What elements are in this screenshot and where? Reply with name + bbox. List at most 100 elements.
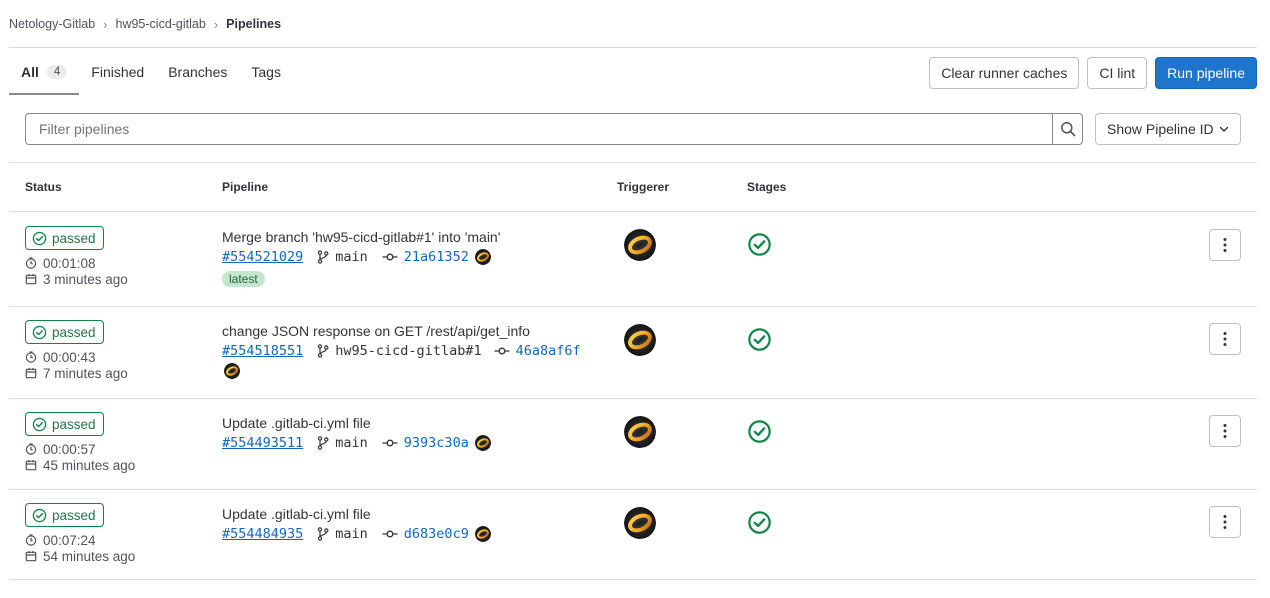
- commit-icon: [382, 438, 398, 448]
- duration-value: 00:00:43: [43, 349, 96, 365]
- finished-time: 45 minutes ago: [25, 457, 135, 473]
- branch-icon: [317, 344, 329, 358]
- table-row: passed 00:00:43 7 minutes ago change JSO…: [9, 306, 1257, 398]
- tab-branches[interactable]: Branches: [156, 48, 239, 95]
- column-header-triggerer: Triggerer: [617, 180, 670, 194]
- commit-sha-link[interactable]: d683e0c9: [404, 526, 469, 542]
- clear-runner-caches-button[interactable]: Clear runner caches: [929, 57, 1080, 89]
- status-success-icon: [32, 508, 47, 523]
- clock-icon: [25, 351, 37, 363]
- triggerer-avatar[interactable]: [624, 229, 656, 261]
- commit-author-avatar[interactable]: [224, 363, 240, 379]
- branch-ref[interactable]: main: [335, 249, 368, 265]
- pipeline-info: #554518551 hw95-cicd-gitlab#1 46a8af6f: [222, 342, 581, 360]
- pipeline-actions: Clear runner caches CI lint Run pipeline: [929, 57, 1257, 89]
- commit-title[interactable]: change JSON response on GET /rest/api/ge…: [222, 323, 530, 339]
- branch-ref[interactable]: hw95-cicd-gitlab#1: [335, 343, 481, 359]
- commit-author-avatar[interactable]: [475, 249, 491, 265]
- calendar-icon: [25, 273, 37, 285]
- stage-passed-icon[interactable]: [747, 419, 772, 444]
- commit-title[interactable]: Update .gitlab-ci.yml file: [222, 415, 371, 431]
- status-success-icon: [32, 417, 47, 432]
- tab-all-label: All: [21, 63, 39, 80]
- tab-tags[interactable]: Tags: [239, 48, 293, 95]
- status-badge[interactable]: passed: [25, 226, 104, 250]
- duration-value: 00:00:57: [43, 441, 96, 457]
- tab-all-count: 4: [46, 64, 68, 79]
- kebab-menu-icon: [1223, 515, 1227, 529]
- pipeline-id-link[interactable]: #554521029: [222, 249, 303, 265]
- breadcrumb: Netology-Gitlab › hw95-cicd-gitlab › Pip…: [9, 15, 281, 33]
- status-badge[interactable]: passed: [25, 320, 104, 344]
- clock-icon: [25, 443, 37, 455]
- duration-value: 00:07:24: [43, 532, 96, 548]
- pipeline-id-link[interactable]: #554493511: [222, 435, 303, 451]
- more-actions-button[interactable]: [1209, 506, 1241, 538]
- commit-title[interactable]: Update .gitlab-ci.yml file: [222, 506, 371, 522]
- tab-all[interactable]: All 4: [9, 48, 80, 95]
- commit-sha-link[interactable]: 21a61352: [404, 249, 469, 265]
- clock-icon: [25, 257, 37, 269]
- finished-value: 54 minutes ago: [43, 548, 136, 564]
- pipeline-info: #554521029 main 21a61352: [222, 248, 491, 266]
- triggerer-avatar[interactable]: [624, 416, 656, 448]
- branch-ref[interactable]: main: [335, 435, 368, 451]
- pipeline-id-link[interactable]: #554484935: [222, 526, 303, 542]
- status-label: passed: [52, 230, 96, 246]
- finished-value: 3 minutes ago: [43, 271, 128, 287]
- more-actions-button[interactable]: [1209, 229, 1241, 261]
- stage-passed-icon[interactable]: [747, 510, 772, 535]
- chevron-down-icon: [1219, 126, 1229, 132]
- triggerer-avatar[interactable]: [624, 324, 656, 356]
- commit-author-avatar[interactable]: [475, 435, 491, 451]
- branch-icon: [317, 250, 329, 264]
- table-row: passed 00:07:24 54 minutes ago Update .g…: [9, 489, 1257, 579]
- filter-pipelines-input[interactable]: Filter pipelines: [25, 113, 1052, 145]
- kebab-menu-icon: [1223, 332, 1227, 346]
- duration: 00:07:24: [25, 532, 96, 548]
- breadcrumb-separator: ›: [213, 16, 219, 32]
- column-header-pipeline: Pipeline: [222, 180, 269, 194]
- tab-branches-label: Branches: [168, 63, 228, 80]
- breadcrumb-project[interactable]: hw95-cicd-gitlab: [116, 17, 206, 31]
- show-pipeline-id-dropdown[interactable]: Show Pipeline ID: [1095, 113, 1241, 145]
- latest-badge: latest: [222, 271, 265, 287]
- kebab-menu-icon: [1223, 238, 1227, 252]
- more-actions-button[interactable]: [1209, 415, 1241, 447]
- search-button[interactable]: [1052, 113, 1083, 145]
- ci-lint-button[interactable]: CI lint: [1087, 57, 1148, 89]
- table-bottom-divider: [9, 579, 1257, 580]
- pipeline-id-link[interactable]: #554518551: [222, 343, 303, 359]
- commit-sha-link[interactable]: 46a8af6f: [516, 343, 581, 359]
- status-label: passed: [52, 324, 96, 340]
- commit-author-avatar[interactable]: [475, 526, 491, 542]
- status-badge[interactable]: passed: [25, 503, 104, 527]
- commit-icon: [382, 529, 398, 539]
- status-badge[interactable]: passed: [25, 412, 104, 436]
- calendar-icon: [25, 550, 37, 562]
- column-header-status: Status: [25, 180, 62, 194]
- filter-bar: Filter pipelines: [25, 113, 1083, 145]
- tab-finished-label: Finished: [91, 63, 145, 80]
- stage-passed-icon[interactable]: [747, 232, 772, 257]
- commit-sha-link[interactable]: 9393c30a: [404, 435, 469, 451]
- branch-icon: [317, 527, 329, 541]
- calendar-icon: [25, 367, 37, 379]
- table-top-divider: [9, 162, 1257, 163]
- finished-time: 54 minutes ago: [25, 548, 135, 564]
- commit-title[interactable]: Merge branch 'hw95-cicd-gitlab#1' into '…: [222, 229, 500, 245]
- duration: 00:00:43: [25, 349, 96, 365]
- table-row: passed 00:01:08 3 minutes ago Merge bran…: [9, 211, 1257, 306]
- pipeline-info: #554484935 main d683e0c9: [222, 525, 491, 543]
- tab-finished[interactable]: Finished: [79, 48, 156, 95]
- search-icon: [1060, 122, 1075, 137]
- triggerer-avatar[interactable]: [624, 507, 656, 539]
- stage-passed-icon[interactable]: [747, 327, 772, 352]
- run-pipeline-button[interactable]: Run pipeline: [1155, 57, 1257, 89]
- branch-ref[interactable]: main: [335, 526, 368, 542]
- table-header: Status Pipeline Triggerer Stages: [0, 180, 1270, 196]
- more-actions-button[interactable]: [1209, 323, 1241, 355]
- breadcrumb-group[interactable]: Netology-Gitlab: [9, 17, 95, 31]
- status-label: passed: [52, 416, 96, 432]
- status-success-icon: [32, 325, 47, 340]
